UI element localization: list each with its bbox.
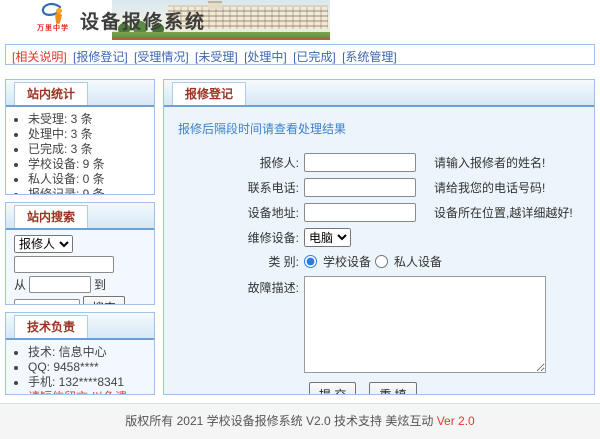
reporter-hint: 请输入报修者的姓名! (434, 154, 545, 171)
description-row: 故障描述: (174, 276, 594, 373)
form-actions: 提 交 重 填 (309, 382, 594, 395)
main-panel-title: 报修登记 (172, 82, 246, 105)
description-textarea[interactable] (304, 276, 546, 373)
nav-item-completed[interactable]: [已完成] (293, 50, 336, 64)
tech-item-phone: 手机: 132****8341 (28, 376, 148, 388)
search-date-to-input[interactable] (14, 299, 80, 305)
page: 万里中学 设备报修系统 [相关说明] [报修登记] [受理情况] [未受理] [… (0, 0, 600, 433)
phone-label: 联系电话: (174, 179, 304, 196)
description-label: 故障描述: (174, 276, 304, 296)
reporter-row: 报修人: 请输入报修者的姓名! (174, 153, 594, 172)
address-hint: 设备所在位置,越详细越好! (434, 204, 573, 221)
nav-item-repair-register[interactable]: [报修登记] (73, 50, 128, 64)
tech-item-qq: QQ: 9458**** (28, 361, 148, 373)
search-panel-title: 站内搜索 (14, 205, 88, 228)
search-date-from-input[interactable] (29, 276, 91, 293)
main-panel: 报修登记 报修后隔段时间请查看处理结果 报修人: 请输入报修者的姓名! 联系电话… (163, 79, 595, 395)
stat-item-private-devices: 私人设备: 0 条 (28, 173, 148, 185)
category-option-private: 私人设备 (394, 253, 442, 270)
stats-panel-header: 站内统计 (6, 80, 154, 107)
stats-panel-body: 未受理: 3 条 处理中: 3 条 已完成: 3 条 学校设备: 9 条 私人设… (6, 107, 154, 195)
main-nav: [相关说明] [报修登记] [受理情况] [未受理] [处理中] [已完成] [… (5, 44, 595, 65)
tech-item-department: 技术: 信息中心 (28, 346, 148, 358)
search-field-select[interactable]: 报修人 (14, 235, 73, 253)
main-panel-header: 报修登记 (164, 80, 594, 107)
repair-notice-text: 报修后隔段时间请查看处理结果 (178, 120, 594, 137)
category-radio-school[interactable] (304, 255, 317, 268)
search-panel-body: 报修人 从 到 搜索 (6, 230, 154, 305)
search-to-label: 到 (94, 276, 106, 293)
device-row: 维修设备: 电脑 (174, 228, 594, 247)
school-logo-icon (26, 2, 80, 25)
content-area: 站内统计 未受理: 3 条 处理中: 3 条 已完成: 3 条 学校设备: 9 … (0, 79, 600, 395)
nav-item-system-admin[interactable]: [系统管理] (342, 50, 397, 64)
address-label: 设备地址: (174, 204, 304, 221)
tech-item-warning: 请短信留言,以免遗忘。 (28, 391, 148, 395)
app-header: 万里中学 设备报修系统 (0, 0, 600, 40)
school-logo-text: 万里中学 (26, 25, 80, 33)
stats-panel: 站内统计 未受理: 3 条 处理中: 3 条 已完成: 3 条 学校设备: 9 … (5, 79, 155, 195)
search-from-label: 从 (14, 276, 26, 293)
address-row: 设备地址: 设备所在位置,越详细越好! (174, 203, 594, 222)
nav-item-unaccepted[interactable]: [未受理] (195, 50, 238, 64)
tech-panel-body: 技术: 信息中心 QQ: 9458**** 手机: 132****8341 请短… (6, 340, 154, 395)
device-select[interactable]: 电脑 (304, 228, 351, 247)
stat-item-school-devices: 学校设备: 9 条 (28, 158, 148, 170)
search-panel-header: 站内搜索 (6, 203, 154, 230)
phone-row: 联系电话: 请给我您的电话号码! (174, 178, 594, 197)
stat-item-unaccepted: 未受理: 3 条 (28, 113, 148, 125)
reset-button[interactable]: 重 填 (369, 382, 416, 395)
nav-item-instructions[interactable]: [相关说明] (12, 50, 67, 64)
device-label: 维修设备: (174, 229, 304, 246)
footer: 版权所有 2021 学校设备报修系统 V2.0 技术支持 美炫互动 Ver 2.… (0, 403, 600, 439)
app-logo: 万里中学 (26, 2, 80, 33)
reporter-label: 报修人: (174, 154, 304, 171)
search-button[interactable]: 搜索 (83, 296, 125, 305)
nav-item-in-progress[interactable]: [处理中] (244, 50, 287, 64)
version-text: Ver 2.0 (437, 414, 475, 428)
photo-tower (208, 1, 222, 9)
stat-item-in-progress: 处理中: 3 条 (28, 128, 148, 140)
copyright-text: 版权所有 2021 学校设备报修系统 V2.0 技术支持 美炫互动 (125, 414, 433, 428)
submit-button[interactable]: 提 交 (309, 382, 356, 395)
sidebar: 站内统计 未受理: 3 条 处理中: 3 条 已完成: 3 条 学校设备: 9 … (5, 79, 155, 395)
category-label: 类 别: (174, 253, 304, 270)
category-option-school: 学校设备 (323, 253, 371, 270)
phone-input[interactable] (304, 178, 416, 197)
nav-item-acceptance-status[interactable]: [受理情况] (134, 50, 189, 64)
address-input[interactable] (304, 203, 416, 222)
repair-form: 报修后隔段时间请查看处理结果 报修人: 请输入报修者的姓名! 联系电话: 请给我… (164, 107, 594, 395)
photo-track (112, 37, 330, 40)
tech-support-panel: 技术负责 技术: 信息中心 QQ: 9458**** 手机: 132****83… (5, 312, 155, 395)
reporter-input[interactable] (304, 153, 416, 172)
search-keyword-input[interactable] (14, 256, 114, 273)
page-title: 设备报修系统 (80, 7, 206, 34)
stat-item-repair-records: 报修记录: 9 条 (28, 188, 148, 195)
tech-panel-title: 技术负责 (14, 315, 88, 338)
stats-panel-title: 站内统计 (14, 82, 88, 105)
category-radio-private[interactable] (375, 255, 388, 268)
phone-hint: 请给我您的电话号码! (434, 179, 545, 196)
search-panel: 站内搜索 报修人 从 到 (5, 202, 155, 305)
tech-panel-header: 技术负责 (6, 313, 154, 340)
stat-item-completed: 已完成: 3 条 (28, 143, 148, 155)
category-row: 类 别: 学校设备 私人设备 (174, 253, 594, 270)
